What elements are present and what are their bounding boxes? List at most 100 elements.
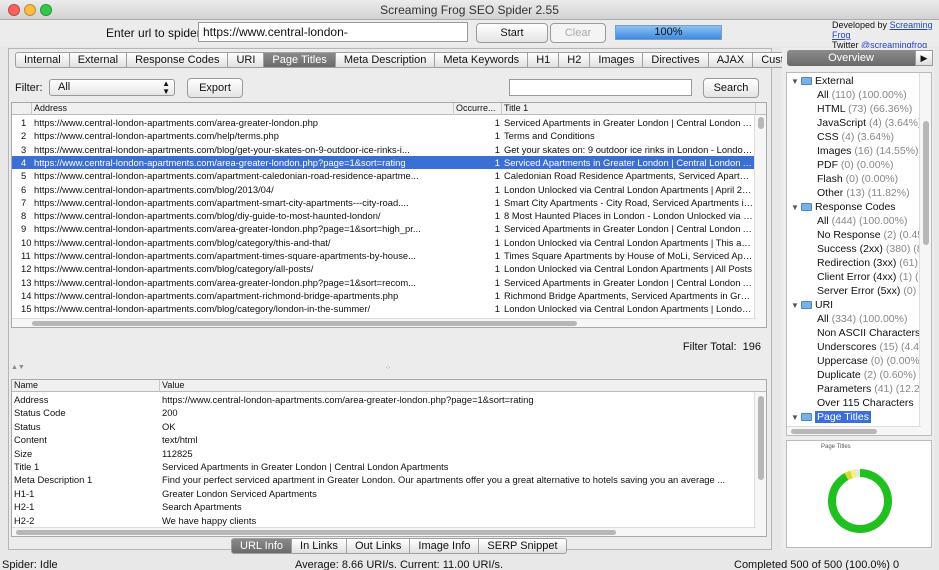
tree-folder[interactable]: ▼ Response Codes [791,200,896,214]
details-row[interactable]: H2-1 Search Apartments [12,500,754,513]
tree-folder[interactable]: ▼ Page Titles [791,410,871,424]
clear-button[interactable]: Clear [550,23,606,43]
panel-next-icon[interactable]: ▶ [915,50,933,66]
table-row[interactable]: 15 https://www.central-london-apartments.… [12,302,754,315]
disclosure-triangle-icon[interactable]: ▼ [791,201,801,215]
tree-item[interactable]: Uppercase (0) (0.00%) [817,354,923,368]
disclosure-triangle-icon[interactable]: ▼ [791,75,801,89]
tree-item[interactable]: Duplicate (2) (0.60%) [817,368,916,382]
column-header-value[interactable]: Value [160,380,756,392]
zoom-window-button[interactable] [40,4,52,16]
table-row[interactable]: 8 https://www.central-london-apartments.c… [12,209,754,222]
tab-directives[interactable]: Directives [643,52,709,68]
table-row[interactable]: 3 https://www.central-london-apartments.c… [12,143,754,156]
tab-in-links[interactable]: In Links [292,538,347,554]
tree-item[interactable]: All (334) (100.00%) [817,312,907,326]
tree-item[interactable]: Underscores (15) (4.49%) [817,340,931,354]
tab-response-codes[interactable]: Response Codes [127,52,229,68]
tab-overview[interactable]: Overview [787,50,915,66]
table-row[interactable]: 6 https://www.central-london-apartments.c… [12,183,754,196]
tab-h1[interactable]: H1 [528,52,560,68]
column-header-name[interactable]: Name [12,380,160,392]
table-row[interactable]: 9 https://www.central-london-apartments.c… [12,222,754,235]
tree-item[interactable]: All (444) (100.00%) [817,214,907,228]
tree-folder[interactable]: ▼ External [791,74,854,88]
table-horizontal-scrollbar[interactable] [12,318,756,327]
tab-page-titles[interactable]: Page Titles [264,52,336,68]
tab-h2[interactable]: H2 [559,52,591,68]
tree-item[interactable]: Flash (0) (0.00%) [817,172,898,186]
details-row[interactable]: Content text/html [12,433,754,446]
details-row[interactable]: H2-2 We have happy clients [12,514,754,527]
search-button[interactable]: Search [703,78,759,98]
tree-item[interactable]: Other (13) (11.82%) [817,186,910,200]
details-row[interactable]: Size 112825 [12,447,754,460]
tree-item[interactable]: Non ASCII Characters [817,326,920,340]
tab-image-info[interactable]: Image Info [410,538,480,554]
disclosure-triangle-icon[interactable]: ▼ [791,411,801,425]
tree-item[interactable]: Redirection (3xx) (61) (13.74%) [817,256,931,270]
details-horizontal-scrollbar[interactable] [12,527,756,536]
tree-item[interactable]: Over 115 Characters [817,396,914,410]
details-row[interactable]: Meta Description 1 Find your perfect serv… [12,473,754,486]
scrollbar-thumb[interactable] [32,321,577,326]
close-window-button[interactable] [8,4,20,16]
tree-item[interactable]: JavaScript (4) (3.64%) [817,116,921,130]
tab-uri[interactable]: URI [228,52,265,68]
scrollbar-thumb[interactable] [923,121,929,245]
scrollbar-thumb[interactable] [758,396,764,480]
start-button[interactable]: Start [476,23,548,43]
tree-item[interactable]: All (110) (100.00%) [817,88,907,102]
tree-item[interactable]: Server Error (5xx) (0) (0.00%) [817,284,931,298]
url-input[interactable]: https://www.central-london-apartments.co… [198,22,468,42]
table-row[interactable]: 5 https://www.central-london-apartments.c… [12,169,754,182]
export-button[interactable]: Export [187,78,243,98]
tree-item[interactable]: Success (2xx) (380) (85.59%) [817,242,931,256]
table-row[interactable]: 1 https://www.central-london-apartments.c… [12,116,754,129]
filter-dropdown[interactable]: All ▲ ▼ [49,79,175,96]
tree-item[interactable]: PDF (0) (0.00%) [817,158,893,172]
details-row[interactable]: Status Code 200 [12,406,754,419]
details-row[interactable]: Address https://www.central-london-apartm… [12,393,754,406]
tab-internal[interactable]: Internal [15,52,70,68]
search-input[interactable] [509,79,692,96]
column-header-occurrences[interactable]: Occurre... [454,103,502,115]
tab-serp-snippet[interactable]: SERP Snippet [479,538,567,554]
panel-splitter[interactable]: ▲▼ ⁘ [9,364,771,374]
table-row[interactable]: 2 https://www.central-london-apartments.c… [12,129,754,142]
column-header-title[interactable]: Title 1 [502,103,756,115]
disclosure-triangle-icon[interactable]: ▼ [791,299,801,313]
details-row[interactable]: H1-1 Greater London Serviced Apartments [12,487,754,500]
tab-ajax[interactable]: AJAX [708,52,754,68]
table-row[interactable]: 14 https://www.central-london-apartments.… [12,289,754,302]
tree-item[interactable]: CSS (4) (3.64%) [817,130,894,144]
tree-vertical-scrollbar[interactable] [919,73,931,435]
tree-item[interactable]: HTML (73) (66.36%) [817,102,912,116]
table-row[interactable]: 13 https://www.central-london-apartments.… [12,276,754,289]
table-row[interactable]: 7 https://www.central-london-apartments.c… [12,196,754,209]
scrollbar-thumb[interactable] [758,117,764,129]
details-row[interactable]: Status OK [12,420,754,433]
tree-folder[interactable]: ▼ URI [791,298,833,312]
tree-item[interactable]: No Response (2) (0.45%) [817,228,931,242]
tree-horizontal-scrollbar[interactable] [787,426,921,435]
tree-item[interactable]: Images (16) (14.55%) [817,144,919,158]
minimize-window-button[interactable] [24,4,36,16]
scrollbar-thumb[interactable] [791,429,877,434]
table-row[interactable]: 11 https://www.central-london-apartments.… [12,249,754,262]
table-vertical-scrollbar[interactable] [754,115,766,327]
tab-meta-keywords[interactable]: Meta Keywords [435,52,529,68]
table-row[interactable]: 12 https://www.central-london-apartments.… [12,262,754,275]
scrollbar-thumb[interactable] [16,530,616,535]
tab-url-info[interactable]: URL Info [231,538,293,554]
tab-out-links[interactable]: Out Links [346,538,411,554]
details-row[interactable]: Title 1 Serviced Apartments in Greater Lo… [12,460,754,473]
table-row[interactable]: 4 https://www.central-london-apartments.c… [12,155,754,170]
details-vertical-scrollbar[interactable] [754,392,766,536]
column-header-address[interactable]: Address [32,103,454,115]
tree-item[interactable]: Client Error (4xx) (1) (0.23%) [817,270,931,284]
table-row[interactable]: 10 https://www.central-london-apartments.… [12,236,754,249]
tab-images[interactable]: Images [590,52,644,68]
tab-external[interactable]: External [69,52,128,68]
tree-item[interactable]: Parameters (41) (12.28%) [817,382,931,396]
